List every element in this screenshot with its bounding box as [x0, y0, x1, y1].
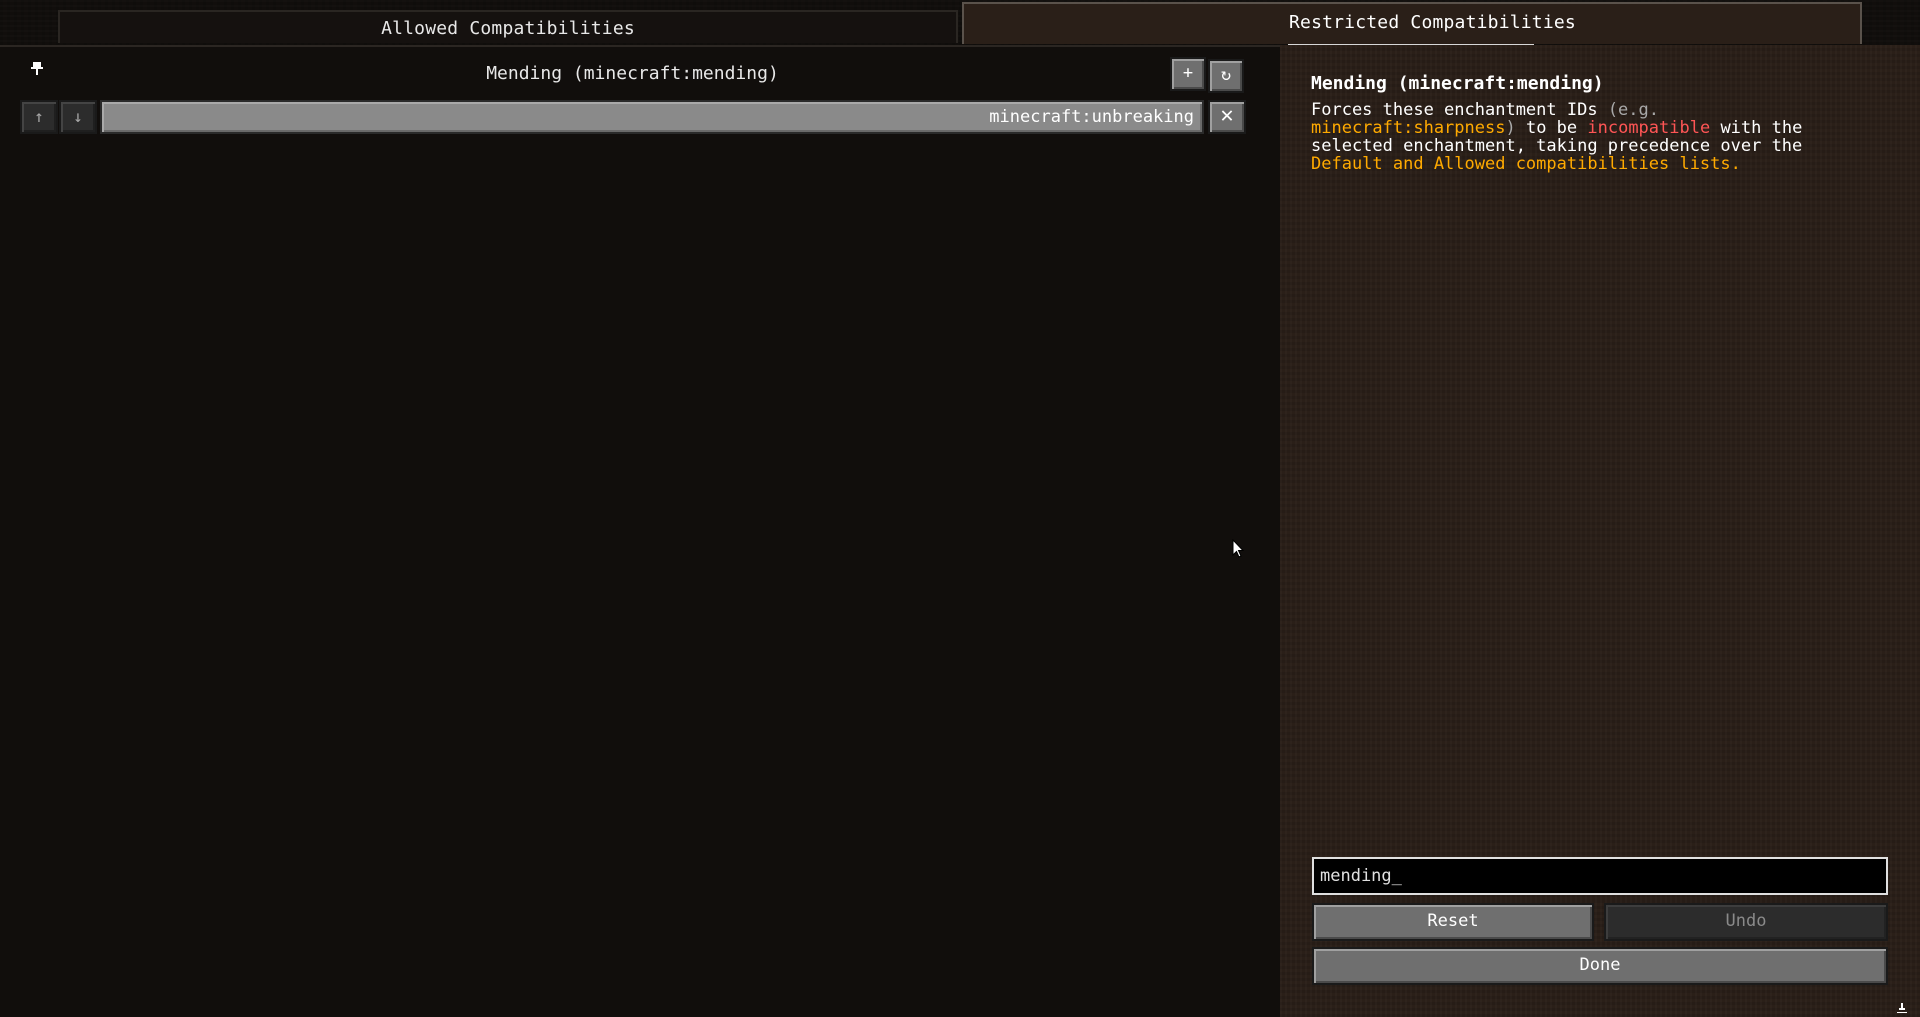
list-header: Mending (minecraft:mending) + ↻: [0, 57, 1280, 93]
list-item: ↑ ↓ minecraft:unbreaking ✕: [20, 100, 1246, 134]
selected-enchantment-title: Mending (minecraft:mending): [486, 63, 779, 84]
reset-button[interactable]: Reset: [1312, 903, 1594, 941]
done-button[interactable]: Done: [1312, 947, 1888, 985]
move-up-button[interactable]: ↑: [20, 100, 58, 134]
description-title: Mending (minecraft:mending): [1311, 73, 1604, 94]
search-input[interactable]: [1312, 857, 1888, 895]
plus-icon: +: [1182, 63, 1194, 83]
undo-button[interactable]: Undo: [1604, 903, 1888, 941]
entry-value-field[interactable]: minecraft:unbreaking: [100, 100, 1204, 134]
refresh-icon: ↻: [1220, 65, 1232, 85]
tab-restricted-label: Restricted Compatibilities: [1289, 12, 1576, 33]
desc-part1: Forces these enchantment IDs: [1311, 100, 1608, 120]
close-icon: ✕: [1220, 103, 1234, 128]
config-screen: Allowed Compatibilities Restricted Compa…: [0, 0, 1920, 1017]
arrow-down-icon: ↓: [73, 107, 83, 126]
arrow-up-icon: ↑: [34, 107, 44, 126]
tab-allowed-compatibilities[interactable]: Allowed Compatibilities: [58, 10, 958, 43]
desc-keyword: incompatible: [1587, 118, 1711, 138]
tab-restricted-compatibilities[interactable]: Restricted Compatibilities: [962, 2, 1862, 46]
refresh-button[interactable]: ↻: [1208, 59, 1244, 93]
add-entry-button[interactable]: +: [1170, 57, 1206, 91]
remove-entry-button[interactable]: ✕: [1208, 100, 1246, 134]
tab-allowed-label: Allowed Compatibilities: [381, 18, 635, 39]
desc-period: .: [1730, 154, 1741, 174]
desc-example-open: (e.g.: [1607, 100, 1659, 120]
desc-part2: to be: [1515, 118, 1588, 138]
scroll-indicator-icon: [1897, 1003, 1907, 1013]
move-down-button[interactable]: ↓: [59, 100, 97, 134]
description-text: Forces these enchantment IDs (e.g. minec…: [1311, 101, 1871, 173]
desc-lists: Default and Allowed compatibilities list…: [1311, 154, 1731, 174]
description-panel: Mending (minecraft:mending) Forces these…: [1280, 45, 1920, 1017]
desc-example-close: ): [1505, 118, 1516, 138]
desc-example-id: minecraft:sharpness: [1311, 118, 1506, 138]
compatibility-list-panel: Mending (minecraft:mending) + ↻ ↑ ↓ mine…: [0, 45, 1280, 1017]
mouse-cursor-icon: [1232, 539, 1244, 558]
